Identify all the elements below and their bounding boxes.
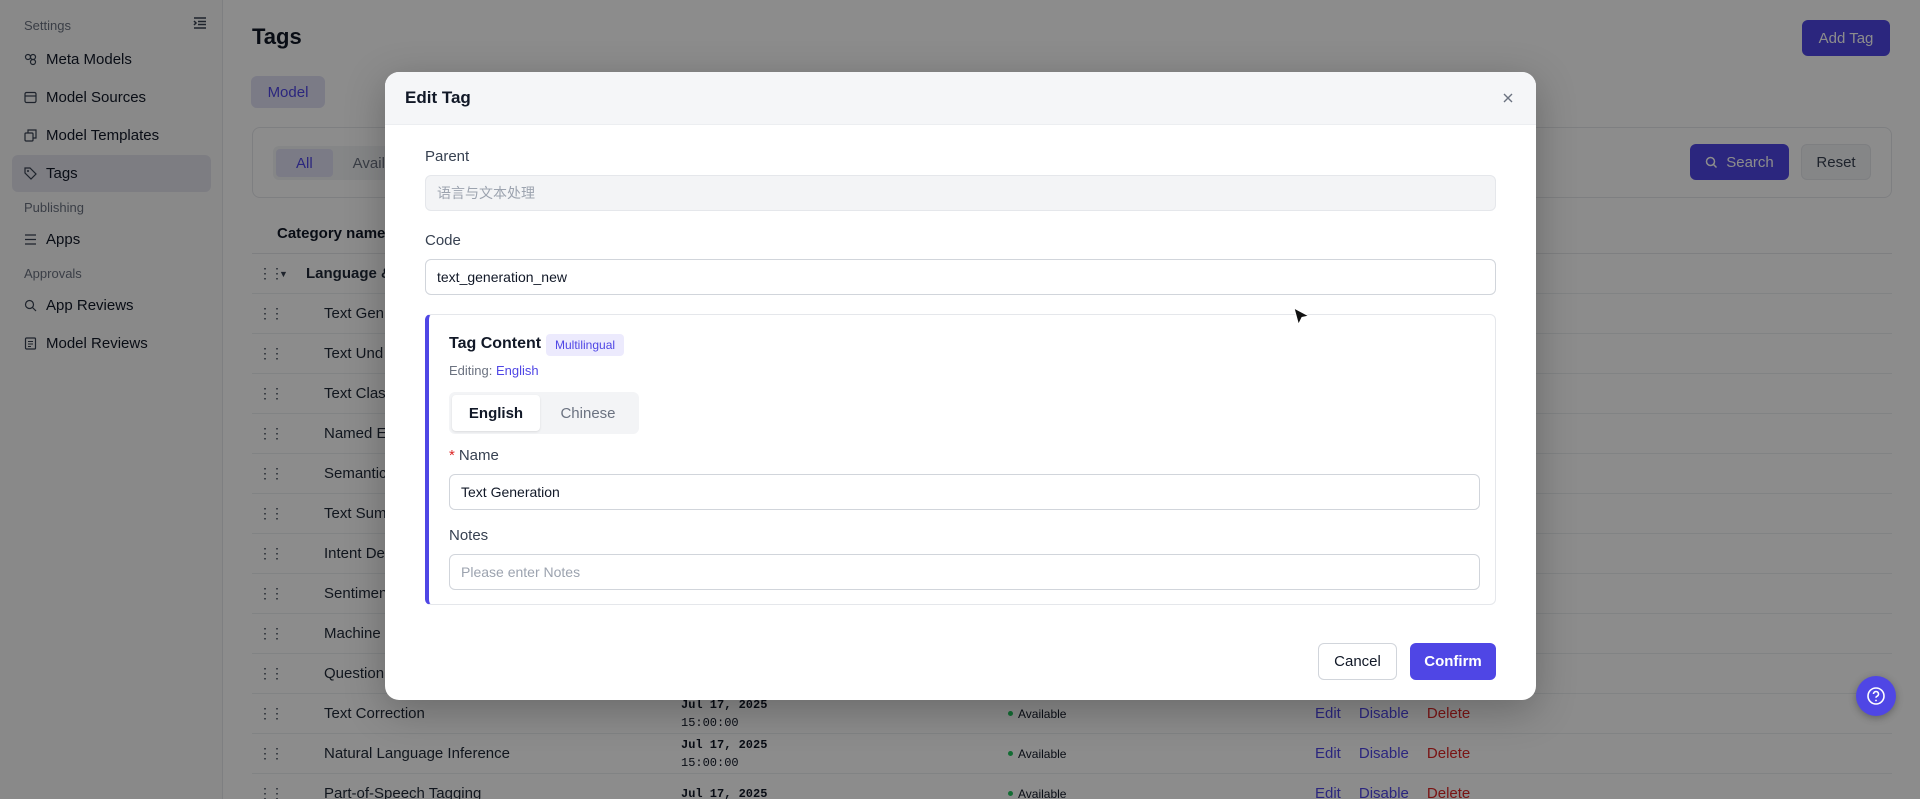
notes-field[interactable]: Please enter Notes — [449, 554, 1480, 590]
code-field[interactable]: text_generation_new — [425, 259, 1496, 295]
tab-english[interactable]: English — [452, 395, 540, 431]
editing-language: English — [496, 363, 539, 378]
dialog-header: Edit Tag — [385, 72, 1536, 125]
help-button[interactable] — [1856, 676, 1896, 716]
tab-chinese[interactable]: Chinese — [540, 395, 636, 431]
tag-content-title: Tag Content — [449, 335, 542, 352]
required-marker: * — [449, 447, 455, 464]
editing-language-indicator: Editing: English — [449, 363, 539, 378]
code-label: Code — [425, 232, 461, 249]
dialog-title: Edit Tag — [405, 88, 471, 107]
name-label-text: Name — [458, 447, 499, 464]
close-icon[interactable] — [1500, 90, 1516, 106]
name-field[interactable]: Text Generation — [449, 474, 1480, 510]
tag-content-panel: Tag Content Multilingual Editing: Englis… — [425, 314, 1496, 605]
notes-label: Notes — [449, 527, 489, 544]
parent-label: Parent — [425, 148, 470, 165]
name-label: * Name — [449, 447, 499, 464]
multilingual-badge: Multilingual — [546, 334, 625, 356]
cancel-button[interactable]: Cancel — [1318, 643, 1397, 680]
confirm-button[interactable]: Confirm — [1410, 643, 1496, 680]
help-icon — [1867, 687, 1885, 705]
editing-prefix: Editing: — [449, 363, 493, 378]
parent-field: 语言与文本处理 — [425, 175, 1496, 211]
mouse-cursor-icon — [1293, 307, 1311, 326]
edit-tag-dialog: Edit Tag Parent 语言与文本处理 Code text_genera… — [385, 72, 1536, 700]
language-switcher: English Chinese — [449, 392, 639, 434]
